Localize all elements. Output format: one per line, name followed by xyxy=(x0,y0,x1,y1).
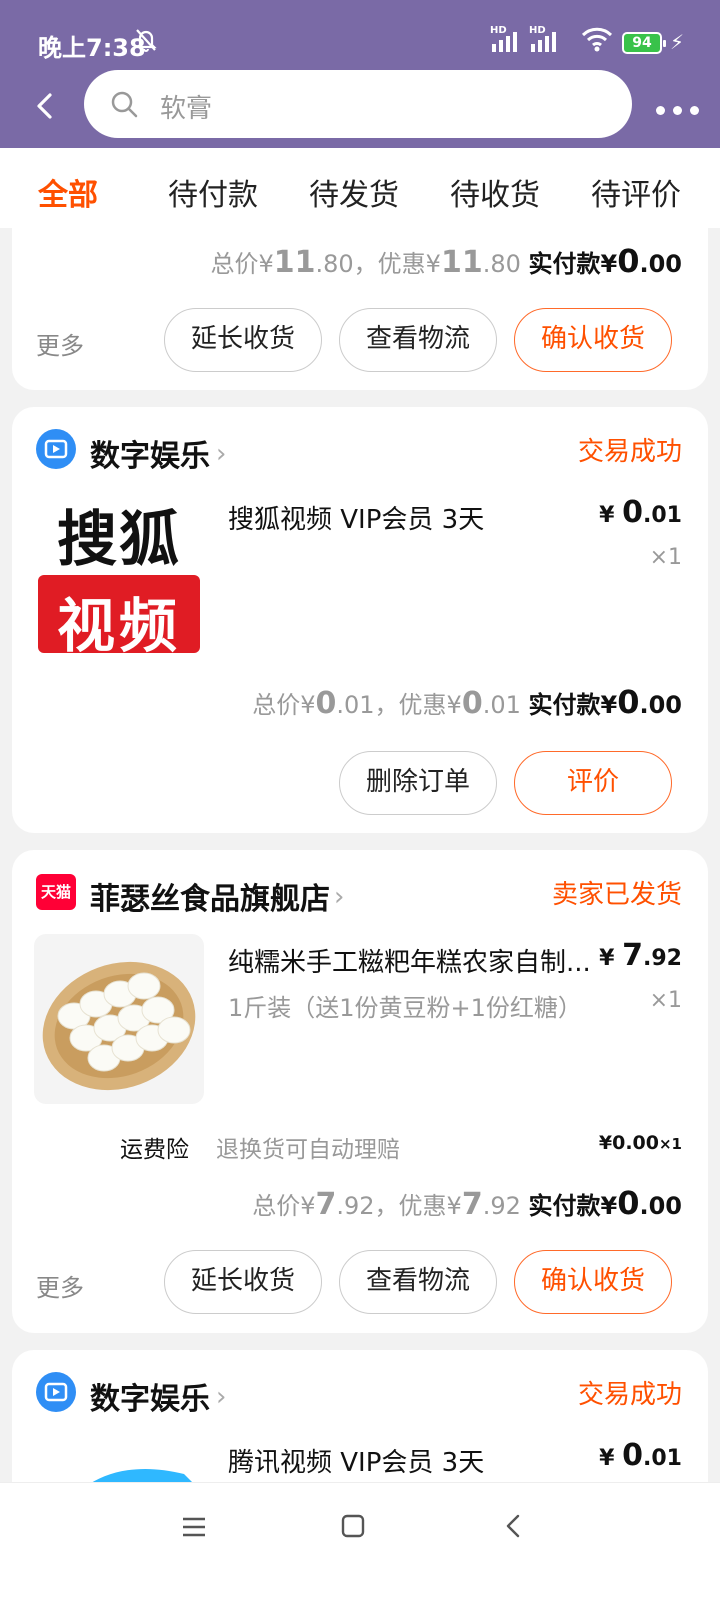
item-title[interactable]: 纯糯米手工糍粑年糕农家自制... xyxy=(228,942,591,979)
more-link[interactable]: 更多 xyxy=(36,326,84,361)
search-header: 软膏 xyxy=(0,70,720,148)
tab-all[interactable]: 全部 xyxy=(38,170,98,214)
tab-pending-receipt[interactable]: 待收货 xyxy=(450,170,540,214)
item-quantity: ×1 xyxy=(649,545,682,570)
price-summary: 总价¥7.92，优惠¥7.92 实付款¥0.00 xyxy=(252,1184,682,1222)
product-image[interactable]: 搜狐 视频 xyxy=(34,491,204,661)
shop-name: 数字娱乐 xyxy=(90,1382,210,1417)
charging-icon: ⚡ xyxy=(670,30,685,54)
back-arrow-icon[interactable] xyxy=(24,86,64,126)
order-status: 卖家已发货 xyxy=(551,880,682,910)
logo-text-bottom: 视频 xyxy=(56,592,181,660)
chevron-right-icon: › xyxy=(216,439,227,469)
price-summary: 总价¥0.01，优惠¥0.01 实付款¥0.00 xyxy=(252,683,682,721)
order-status: 交易成功 xyxy=(577,1380,682,1410)
view-logistics-button[interactable]: 查看物流 xyxy=(339,308,497,372)
extend-receipt-button[interactable]: 延长收货 xyxy=(164,308,322,372)
review-button[interactable]: 评价 xyxy=(514,751,672,815)
tmall-badge-text: 天猫 xyxy=(40,883,71,901)
tv-icon xyxy=(36,1372,76,1412)
tab-pending-review[interactable]: 待评价 xyxy=(591,170,681,214)
rice-cake-image xyxy=(42,961,196,1091)
order-tabs: 全部 待付款 待发货 待收货 待评价 xyxy=(0,148,720,228)
search-placeholder: 软膏 xyxy=(160,94,213,124)
system-nav-bar xyxy=(0,1482,720,1600)
search-input[interactable]: 软膏 xyxy=(84,70,632,138)
order-card: 天猫 菲瑟丝食品旗舰店 › 卖家已发货 纯糯米手工糍粑年糕农家自制... ¥ 7… xyxy=(12,850,708,1333)
item-title[interactable]: 腾讯视频 VIP会员 3天 xyxy=(228,1442,484,1479)
unit-price: ¥ 0.01 xyxy=(599,1438,682,1473)
tv-icon xyxy=(36,429,76,469)
order-card: 总价¥11.80，优惠¥11.80 实付款¥0.00 更多 延长收货 查看物流 … xyxy=(12,228,708,390)
menu-icon[interactable] xyxy=(180,1513,208,1541)
confirm-receipt-button[interactable]: 确认收货 xyxy=(514,308,672,372)
bell-off-icon xyxy=(135,29,157,52)
price-summary: 总价¥11.80，优惠¥11.80 实付款¥0.00 xyxy=(210,242,682,280)
logo-text-top: 搜狐 xyxy=(57,505,181,575)
chevron-right-icon: › xyxy=(334,882,345,912)
shop-name: 数字娱乐 xyxy=(90,439,210,474)
more-dots-icon[interactable] xyxy=(656,100,700,120)
unit-price: ¥ 7.92 xyxy=(599,938,682,973)
tab-pending-payment[interactable]: 待付款 xyxy=(168,170,258,214)
delete-order-button[interactable]: 删除订单 xyxy=(339,751,497,815)
nav-back-icon[interactable] xyxy=(500,1512,528,1540)
home-icon[interactable] xyxy=(339,1512,367,1540)
item-title[interactable]: 搜狐视频 VIP会员 3天 xyxy=(228,499,484,536)
wifi-icon xyxy=(581,27,613,52)
item-sku: 1斤装（送1份黄豆粉+1份红糖） xyxy=(228,994,582,1022)
tmall-icon: 天猫 xyxy=(36,874,76,910)
insurance-desc: 退换货可自动理赔 xyxy=(216,1137,400,1163)
order-status: 交易成功 xyxy=(577,437,682,467)
product-image[interactable] xyxy=(34,934,204,1104)
view-logistics-button[interactable]: 查看物流 xyxy=(339,1250,497,1314)
chevron-right-icon: › xyxy=(216,1382,227,1412)
insurance-label: 运费险 xyxy=(120,1137,189,1163)
order-card: 数字娱乐 › 交易成功 搜狐 视频 搜狐视频 VIP会员 3天 ¥ 0.01 ×… xyxy=(12,407,708,833)
status-bar: 晚上7:38 HD HD 94 ⚡ xyxy=(0,0,720,80)
battery-level: 94 xyxy=(632,35,652,51)
signal-icon-1 xyxy=(492,32,517,52)
search-icon xyxy=(111,91,138,118)
status-time: 晚上7:38 xyxy=(38,34,146,62)
unit-price: ¥ 0.01 xyxy=(599,495,682,530)
signal-icon-2 xyxy=(531,32,556,52)
item-quantity: ×1 xyxy=(649,988,682,1013)
more-link[interactable]: 更多 xyxy=(36,1268,84,1303)
extend-receipt-button[interactable]: 延长收货 xyxy=(164,1250,322,1314)
shop-name: 菲瑟丝食品旗舰店 xyxy=(90,882,330,917)
confirm-receipt-button[interactable]: 确认收货 xyxy=(514,1250,672,1314)
battery-icon: 94 xyxy=(622,32,666,54)
tab-pending-shipment[interactable]: 待发货 xyxy=(309,170,399,214)
insurance-price: ¥0.00×1 xyxy=(598,1132,682,1154)
